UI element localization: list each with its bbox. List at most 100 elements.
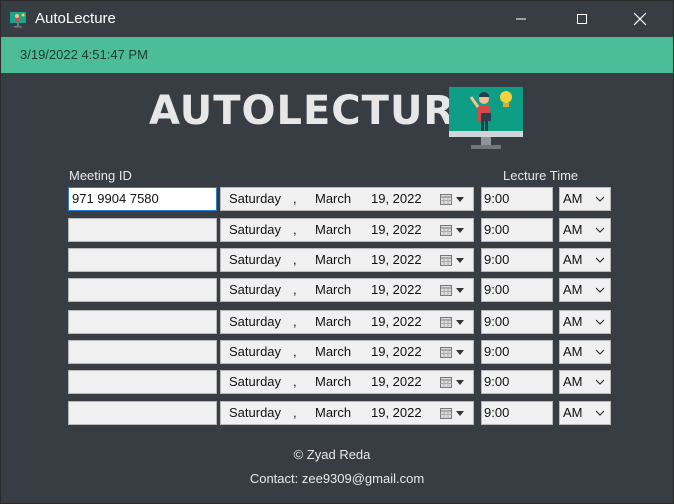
time-input[interactable]: 9:00 [481, 278, 553, 302]
time-input[interactable]: 9:00 [481, 370, 553, 394]
ampm-select[interactable]: AM [559, 278, 611, 302]
calendar-icon[interactable] [440, 317, 452, 328]
dropdown-arrow-icon[interactable] [456, 197, 464, 202]
ampm-value: AM [563, 191, 583, 206]
ampm-value: AM [563, 405, 583, 420]
app-window: AutoLecture 3/19/2022 4:51:47 PM AUTOLEC… [0, 0, 674, 504]
ampm-value: AM [563, 344, 583, 359]
lecture-row: Saturday , March 19, 2022 9:00 AM [1, 248, 673, 272]
ampm-select[interactable]: AM [559, 248, 611, 272]
window-title: AutoLecture [35, 10, 116, 27]
date-month: March [315, 374, 352, 389]
time-input[interactable]: 9:00 [481, 401, 553, 425]
time-input[interactable]: 9:00 [481, 340, 553, 364]
meeting-id-input[interactable] [68, 278, 217, 302]
date-comma: , [293, 314, 297, 329]
lecture-time-header: Lecture Time [503, 168, 579, 183]
calendar-icon[interactable] [440, 225, 452, 236]
meeting-id-input[interactable] [68, 310, 217, 334]
chevron-down-icon [595, 410, 605, 416]
close-button[interactable] [617, 1, 663, 37]
date-picker[interactable]: Saturday , March 19, 2022 [220, 370, 474, 394]
date-month: March [315, 405, 352, 420]
ampm-select[interactable]: AM [559, 401, 611, 425]
date-picker[interactable]: Saturday , March 19, 2022 [220, 218, 474, 242]
date-comma: , [293, 252, 297, 267]
meeting-id-input[interactable] [68, 401, 217, 425]
date-day: Saturday [229, 314, 282, 329]
date-picker[interactable]: Saturday , March 19, 2022 [220, 248, 474, 272]
lecture-row: 971 9904 7580 Saturday , March 19, 2022 … [1, 187, 673, 211]
date-comma: , [293, 222, 297, 237]
dropdown-arrow-icon[interactable] [456, 411, 464, 416]
meeting-id-input[interactable]: 971 9904 7580 [68, 187, 217, 211]
ampm-select[interactable]: AM [559, 370, 611, 394]
lecture-row: Saturday , March 19, 2022 9:00 AM [1, 278, 673, 302]
date-number: 19, 2022 [371, 222, 422, 237]
calendar-icon[interactable] [440, 194, 452, 205]
date-picker[interactable]: Saturday , March 19, 2022 [220, 278, 474, 302]
date-picker[interactable]: Saturday , March 19, 2022 [220, 401, 474, 425]
chevron-down-icon [595, 196, 605, 202]
date-day: Saturday [229, 374, 282, 389]
dropdown-arrow-icon[interactable] [456, 228, 464, 233]
lecture-row: Saturday , March 19, 2022 9:00 AM [1, 401, 673, 425]
minimize-button[interactable] [498, 1, 544, 37]
lecture-row: Saturday , March 19, 2022 9:00 AM [1, 218, 673, 242]
date-picker[interactable]: Saturday , March 19, 2022 [220, 310, 474, 334]
date-number: 19, 2022 [371, 314, 422, 329]
date-number: 19, 2022 [371, 252, 422, 267]
time-input[interactable]: 9:00 [481, 248, 553, 272]
current-datetime: 3/19/2022 4:51:47 PM [20, 47, 148, 62]
ampm-select[interactable]: AM [559, 310, 611, 334]
date-comma: , [293, 374, 297, 389]
dropdown-arrow-icon[interactable] [456, 380, 464, 385]
copyright-credit: © Zyad Reda [293, 447, 371, 462]
calendar-icon[interactable] [440, 347, 452, 358]
dropdown-arrow-icon[interactable] [456, 350, 464, 355]
date-month: March [315, 344, 352, 359]
date-comma: , [293, 282, 297, 297]
ampm-select[interactable]: AM [559, 218, 611, 242]
dropdown-arrow-icon[interactable] [456, 320, 464, 325]
ampm-select[interactable]: AM [559, 187, 611, 211]
title-bar[interactable]: AutoLecture [1, 1, 673, 37]
meeting-id-input[interactable] [68, 340, 217, 364]
ampm-value: AM [563, 252, 583, 267]
contact-info: Contact: zee9309@gmail.com [249, 471, 425, 486]
calendar-icon[interactable] [440, 255, 452, 266]
date-picker[interactable]: Saturday , March 19, 2022 [220, 340, 474, 364]
calendar-icon[interactable] [440, 377, 452, 388]
dropdown-arrow-icon[interactable] [456, 288, 464, 293]
time-input[interactable]: 9:00 [481, 218, 553, 242]
ampm-select[interactable]: AM [559, 340, 611, 364]
minimize-icon [516, 18, 526, 20]
date-number: 19, 2022 [371, 374, 422, 389]
date-number: 19, 2022 [371, 191, 422, 206]
date-number: 19, 2022 [371, 405, 422, 420]
date-day: Saturday [229, 282, 282, 297]
app-logo-text: AUTOLECTURE [149, 89, 484, 133]
ampm-value: AM [563, 374, 583, 389]
calendar-icon[interactable] [440, 408, 452, 419]
presenter-monitor-icon [449, 87, 523, 149]
time-input[interactable]: 9:00 [481, 310, 553, 334]
meeting-id-input[interactable] [68, 370, 217, 394]
maximize-icon [577, 14, 587, 24]
maximize-button[interactable] [559, 1, 605, 37]
date-month: March [315, 191, 352, 206]
date-day: Saturday [229, 191, 282, 206]
calendar-icon[interactable] [440, 285, 452, 296]
meeting-id-header: Meeting ID [69, 168, 132, 183]
meeting-id-input[interactable] [68, 218, 217, 242]
date-day: Saturday [229, 222, 282, 237]
time-input[interactable]: 9:00 [481, 187, 553, 211]
date-comma: , [293, 344, 297, 359]
lecture-row: Saturday , March 19, 2022 9:00 AM [1, 370, 673, 394]
dropdown-arrow-icon[interactable] [456, 258, 464, 263]
date-picker[interactable]: Saturday , March 19, 2022 [220, 187, 474, 211]
chevron-down-icon [595, 379, 605, 385]
logo-text: AUTOLECTURE [149, 88, 484, 134]
meeting-id-input[interactable] [68, 248, 217, 272]
date-number: 19, 2022 [371, 344, 422, 359]
